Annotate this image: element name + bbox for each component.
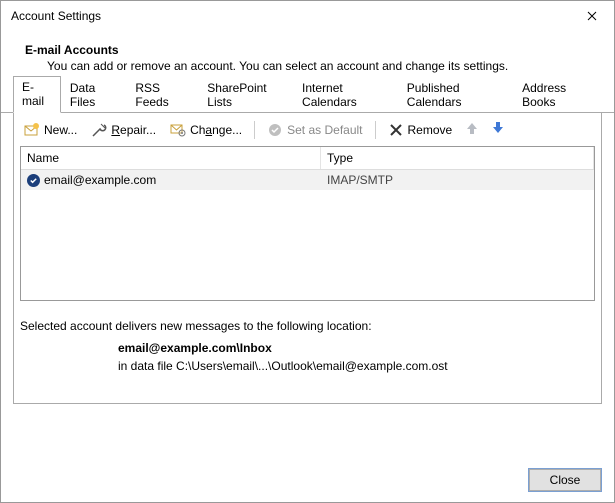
window-title: Account Settings <box>11 9 569 23</box>
default-account-badge-icon <box>27 174 40 187</box>
close-icon <box>587 11 597 21</box>
header-title: E-mail Accounts <box>25 43 590 57</box>
col-name[interactable]: Name <box>21 147 321 169</box>
tab-published-calendars[interactable]: Published Calendars <box>398 77 513 113</box>
account-name: email@example.com <box>44 173 156 187</box>
move-down-button[interactable] <box>488 119 508 140</box>
tab-internet-calendars[interactable]: Internet Calendars <box>293 77 398 113</box>
location-datafile: in data file C:\Users\email\...\Outlook\… <box>20 359 595 373</box>
location-path: email@example.com\Inbox <box>20 341 595 355</box>
remove-button[interactable]: Remove <box>384 120 457 140</box>
close-button[interactable]: Close <box>529 469 601 491</box>
column-headers: Name Type <box>21 147 594 170</box>
tab-address-books[interactable]: Address Books <box>513 77 602 113</box>
toolbar: New... Repair... Change... Set as Defaul… <box>14 113 601 146</box>
remove-x-icon <box>388 122 404 138</box>
title-bar: Account Settings <box>1 1 614 31</box>
tab-data-files[interactable]: Data Files <box>61 77 126 113</box>
tab-sharepoint-lists[interactable]: SharePoint Lists <box>198 77 293 113</box>
close-window-button[interactable] <box>569 1 614 31</box>
arrow-down-icon <box>492 121 504 138</box>
separator <box>254 121 255 139</box>
new-label: New... <box>44 123 77 137</box>
account-row[interactable]: email@example.com IMAP/SMTP <box>21 170 594 190</box>
check-circle-icon <box>267 122 283 138</box>
tab-email[interactable]: E-mail <box>13 76 61 113</box>
account-type-cell: IMAP/SMTP <box>321 173 594 187</box>
location-intro: Selected account delivers new messages t… <box>20 319 595 333</box>
repair-button[interactable]: Repair... <box>87 120 160 140</box>
account-name-cell: email@example.com <box>21 173 321 187</box>
separator <box>375 121 376 139</box>
move-up-button <box>462 119 482 140</box>
change-label: Change... <box>190 123 242 137</box>
new-button[interactable]: New... <box>20 120 81 140</box>
envelope-gear-icon <box>170 122 186 138</box>
header-subtitle: You can add or remove an account. You ca… <box>25 59 590 73</box>
wrench-icon <box>91 122 107 138</box>
col-type[interactable]: Type <box>321 147 594 169</box>
set-default-label: Set as Default <box>287 123 362 137</box>
repair-label: Repair... <box>111 123 156 137</box>
set-default-button: Set as Default <box>263 120 366 140</box>
tab-strip: E-mail Data Files RSS Feeds SharePoint L… <box>1 91 614 113</box>
remove-label: Remove <box>408 123 453 137</box>
dialog-footer: Close <box>529 469 601 491</box>
accounts-list[interactable]: Name Type email@example.com IMAP/SMTP <box>20 146 595 301</box>
arrow-up-icon <box>466 121 478 138</box>
tab-panel: New... Repair... Change... Set as Defaul… <box>13 113 602 404</box>
delivery-location: Selected account delivers new messages t… <box>14 307 601 403</box>
change-button[interactable]: Change... <box>166 120 246 140</box>
tab-rss-feeds[interactable]: RSS Feeds <box>126 77 198 113</box>
envelope-new-icon <box>24 122 40 138</box>
